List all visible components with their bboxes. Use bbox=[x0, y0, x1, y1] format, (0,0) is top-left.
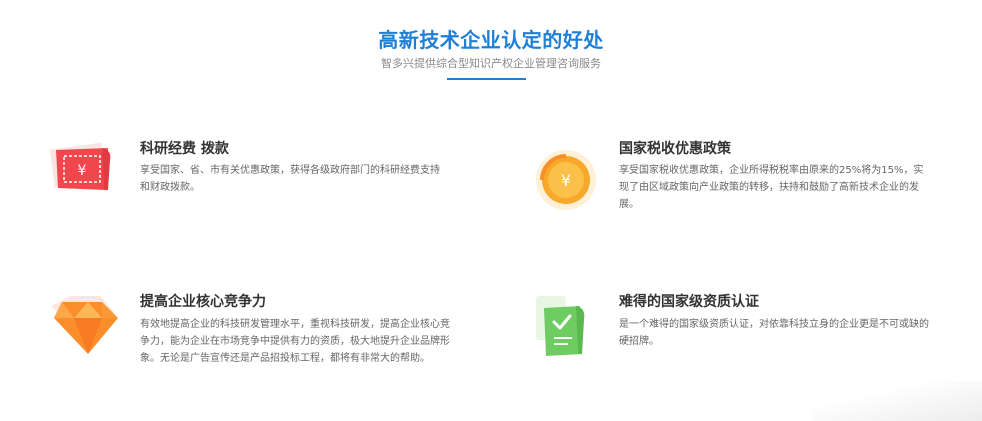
feature-description: 享受国家、省、市有关优惠政策，获得各级政府部门的科研经费支持和财政拨款。 bbox=[140, 165, 440, 193]
svg-text:¥: ¥ bbox=[561, 171, 571, 190]
yuan-coin-icon: ¥ bbox=[524, 140, 604, 220]
svg-text:¥: ¥ bbox=[78, 163, 87, 179]
feature-description: 享受国家税收优惠政策，企业所得税税率由原来的25%将为15%，实现了由区域政策向… bbox=[619, 165, 924, 210]
page-subtitle: 智多兴提供综合型知识产权企业管理咨询服务 bbox=[381, 57, 601, 70]
page-title: 高新技术企业认定的好处 bbox=[378, 28, 604, 52]
section-header: 高新技术企业认定的好处 智多兴提供综合型知识产权企业管理咨询服务 bbox=[0, 26, 982, 72]
feature-title: 科研经费 拨款 bbox=[140, 141, 229, 157]
title-underline bbox=[447, 78, 526, 80]
feature-description: 有效地提高企业的科技研发管理水平，重视科技研发，提高企业核心竞争力，能为企业在市… bbox=[140, 319, 450, 364]
corner-fade bbox=[812, 381, 982, 421]
feature-description: 是一个难得的国家级资质认证，对依靠科技立身的企业更是不可或缺的硬招牌。 bbox=[619, 319, 929, 347]
money-bill-icon: ¥ bbox=[44, 136, 124, 216]
feature-title: 国家税收优惠政策 bbox=[619, 141, 731, 157]
feature-title: 提高企业核心竞争力 bbox=[140, 294, 266, 310]
diamond-icon bbox=[44, 288, 124, 368]
certificate-icon bbox=[524, 288, 604, 368]
feature-title: 难得的国家级资质认证 bbox=[619, 294, 759, 310]
